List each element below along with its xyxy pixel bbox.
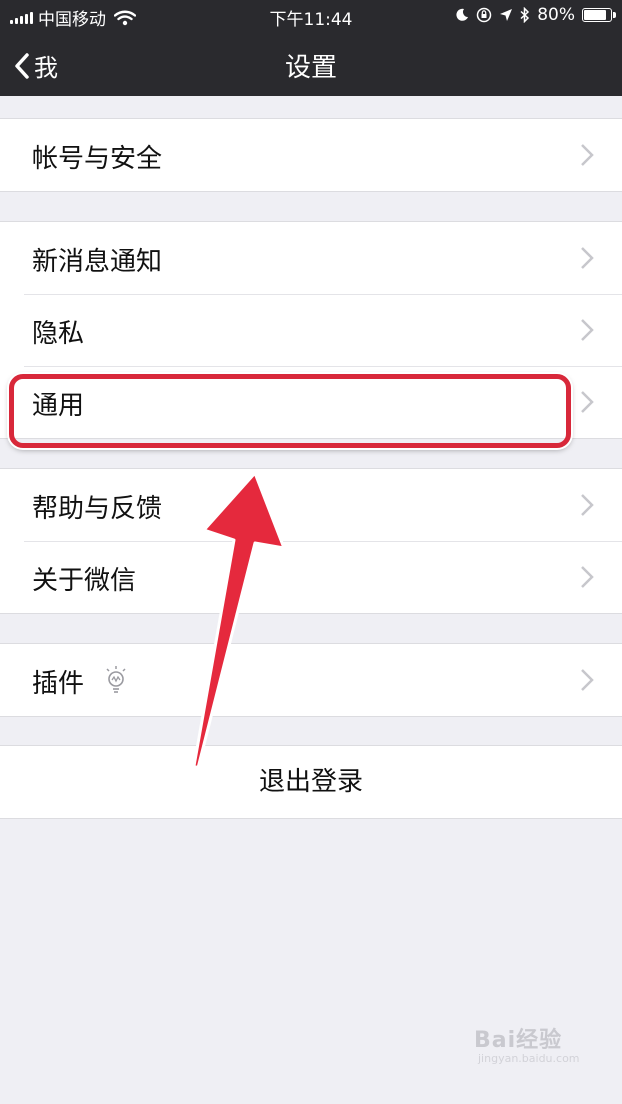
annotation-arrow bbox=[192, 471, 286, 770]
watermark-url: jingyan.baidu.com bbox=[478, 1052, 580, 1065]
watermark-logo: Bai经验 bbox=[474, 1028, 563, 1053]
